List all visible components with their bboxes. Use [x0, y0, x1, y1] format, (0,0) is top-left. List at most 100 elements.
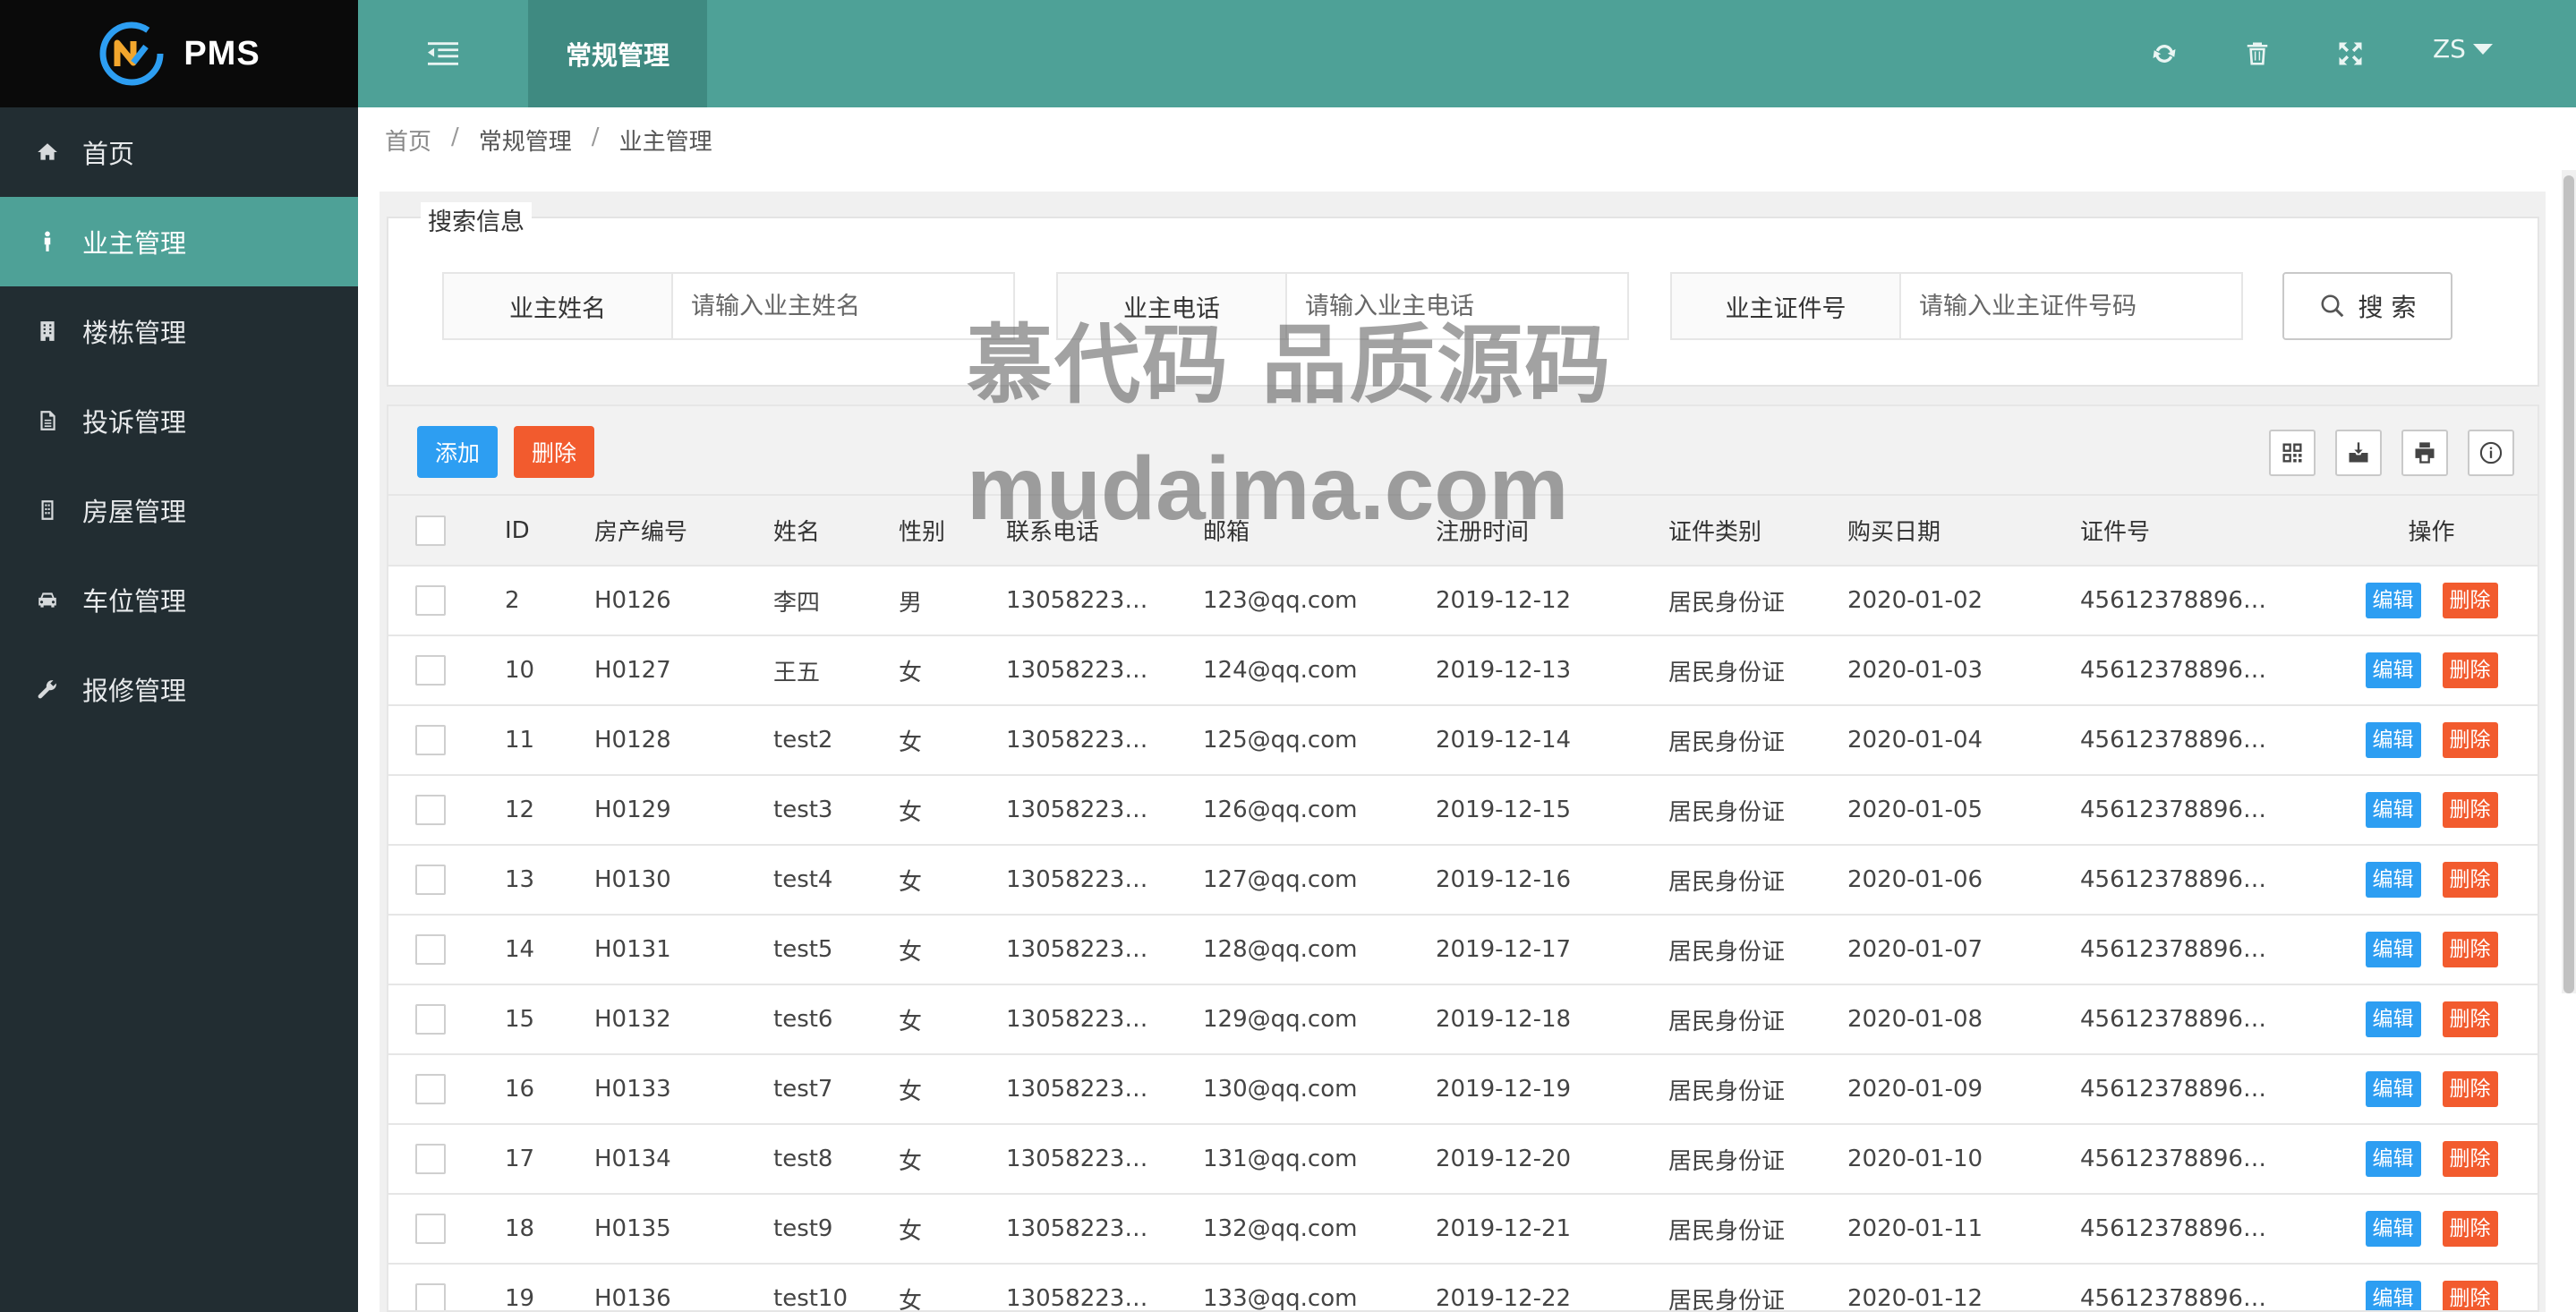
edit-button[interactable]: 编辑	[2365, 583, 2421, 618]
columns-filter-icon[interactable]	[2269, 430, 2316, 476]
delete-button[interactable]: 删除	[2442, 792, 2498, 828]
edit-button[interactable]: 编辑	[2365, 932, 2421, 967]
delete-button[interactable]: 删除	[2442, 652, 2498, 688]
owner-id-input[interactable]	[1901, 274, 2241, 338]
row-checkbox[interactable]	[415, 1144, 446, 1174]
person-icon	[34, 228, 61, 255]
row-checkbox[interactable]	[415, 1214, 446, 1244]
info-icon[interactable]	[2468, 430, 2514, 476]
row-checkbox[interactable]	[415, 1074, 446, 1104]
sidebar-item-repair[interactable]: 报修管理	[0, 644, 358, 734]
edit-button[interactable]: 编辑	[2365, 1211, 2421, 1247]
batch-delete-button[interactable]: 删除	[514, 426, 595, 478]
cell-phone: 13058223…	[997, 775, 1194, 846]
select-all-checkbox[interactable]	[415, 515, 446, 546]
cell-idtype: 居民身份证	[1659, 1124, 1838, 1195]
column-header[interactable]: 联系电话	[997, 496, 1194, 567]
sidebar-item-parking[interactable]: 车位管理	[0, 555, 358, 644]
owner-name-input[interactable]	[673, 274, 1013, 338]
edit-button[interactable]: 编辑	[2365, 722, 2421, 758]
column-header[interactable]: 邮箱	[1194, 496, 1427, 567]
sidebar-toggle-button[interactable]	[358, 0, 528, 107]
delete-button[interactable]: 删除	[2442, 1141, 2498, 1177]
column-header[interactable]: 姓名	[764, 496, 890, 567]
page-scrollbar-thumb[interactable]	[2563, 175, 2574, 993]
search-icon	[2321, 294, 2343, 318]
cell-house: H0131	[585, 915, 764, 985]
column-header[interactable]: ID	[496, 496, 585, 567]
row-checkbox-cell	[388, 1054, 496, 1125]
row-checkbox[interactable]	[415, 1004, 446, 1035]
edit-button[interactable]: 编辑	[2365, 792, 2421, 828]
cell-phone: 13058223…	[997, 984, 1194, 1055]
breadcrumb-home-link[interactable]: 首页	[385, 124, 431, 157]
owner-phone-input[interactable]	[1287, 274, 1627, 338]
breadcrumb-section[interactable]: 常规管理	[479, 124, 572, 157]
delete-button[interactable]: 删除	[2442, 1211, 2498, 1247]
delete-button[interactable]: 删除	[2442, 1281, 2498, 1310]
delete-button[interactable]: 删除	[2442, 722, 2498, 758]
export-icon[interactable]	[2335, 430, 2382, 476]
column-header[interactable]: 注册时间	[1427, 496, 1659, 567]
cell-idno: 45612378896…	[2071, 915, 2322, 985]
sidebar-item-house[interactable]: 房屋管理	[0, 465, 358, 555]
row-checkbox[interactable]	[415, 585, 446, 616]
row-checkbox[interactable]	[415, 725, 446, 755]
user-menu[interactable]: ZS	[2433, 34, 2493, 64]
search-button[interactable]: 搜 索	[2282, 272, 2452, 340]
edit-button[interactable]: 编辑	[2365, 862, 2421, 898]
add-button[interactable]: 添加	[417, 426, 499, 478]
edit-button[interactable]: 编辑	[2365, 1281, 2421, 1310]
column-header[interactable]: 购买日期	[1838, 496, 2071, 567]
cell-gender: 女	[890, 915, 997, 985]
cell-phone: 13058223…	[997, 705, 1194, 776]
cell-reg: 2019-12-20	[1427, 1124, 1659, 1195]
edit-button[interactable]: 编辑	[2365, 1141, 2421, 1177]
print-icon[interactable]	[2401, 430, 2448, 476]
table-row: 17 H0134 test8 女 13058223… 131@qq.com 2019-12-…	[388, 1124, 2538, 1195]
sidebar-item-complaint[interactable]: 投诉管理	[0, 376, 358, 465]
row-checkbox[interactable]	[415, 795, 446, 825]
cell-idtype: 居民身份证	[1659, 635, 1838, 706]
row-checkbox[interactable]	[415, 655, 446, 686]
fullscreen-icon[interactable]	[2333, 36, 2368, 72]
delete-button[interactable]: 删除	[2442, 932, 2498, 967]
sidebar-item-building[interactable]: 楼栋管理	[0, 286, 358, 376]
cell-idno: 45612378896…	[2071, 1194, 2322, 1265]
sidebar-item-owner[interactable]: 业主管理	[0, 197, 358, 286]
caret-down-icon	[2472, 43, 2493, 55]
row-checkbox[interactable]	[415, 1283, 446, 1310]
tab-general-management[interactable]: 常规管理	[528, 0, 707, 107]
row-checkbox-cell	[388, 915, 496, 985]
column-header[interactable]: 证件号	[2071, 496, 2322, 567]
refresh-icon[interactable]	[2146, 36, 2182, 72]
edit-button[interactable]: 编辑	[2365, 1071, 2421, 1107]
trash-icon[interactable]	[2239, 36, 2275, 72]
delete-button[interactable]: 删除	[2442, 1071, 2498, 1107]
sidebar-item-home[interactable]: 首页	[0, 107, 358, 197]
cell-name: test3	[764, 775, 890, 846]
cell-house: H0133	[585, 1054, 764, 1125]
cell-idtype: 居民身份证	[1659, 1054, 1838, 1125]
column-header[interactable]: 房产编号	[585, 496, 764, 567]
column-header[interactable]: 性别	[890, 496, 997, 567]
column-header: 操作	[2322, 496, 2538, 567]
table-toolbar: 添加 删除	[388, 406, 2538, 496]
logo-icon	[98, 20, 166, 88]
cell-email: 133@qq.com	[1194, 1264, 1427, 1310]
delete-button[interactable]: 删除	[2442, 1001, 2498, 1037]
cell-idtype: 居民身份证	[1659, 845, 1838, 916]
user-name: ZS	[2433, 34, 2466, 64]
field-label: 业主证件号	[1672, 274, 1901, 338]
document-icon	[34, 407, 61, 434]
delete-button[interactable]: 删除	[2442, 583, 2498, 618]
row-checkbox[interactable]	[415, 865, 446, 895]
column-header[interactable]: 证件类别	[1659, 496, 1838, 567]
delete-button[interactable]: 删除	[2442, 862, 2498, 898]
sidebar-item-label: 房屋管理	[82, 497, 187, 527]
edit-button[interactable]: 编辑	[2365, 1001, 2421, 1037]
row-checkbox[interactable]	[415, 934, 446, 965]
owner-phone-field: 业主电话	[1056, 272, 1629, 340]
edit-button[interactable]: 编辑	[2365, 652, 2421, 688]
row-checkbox-cell	[388, 566, 496, 636]
